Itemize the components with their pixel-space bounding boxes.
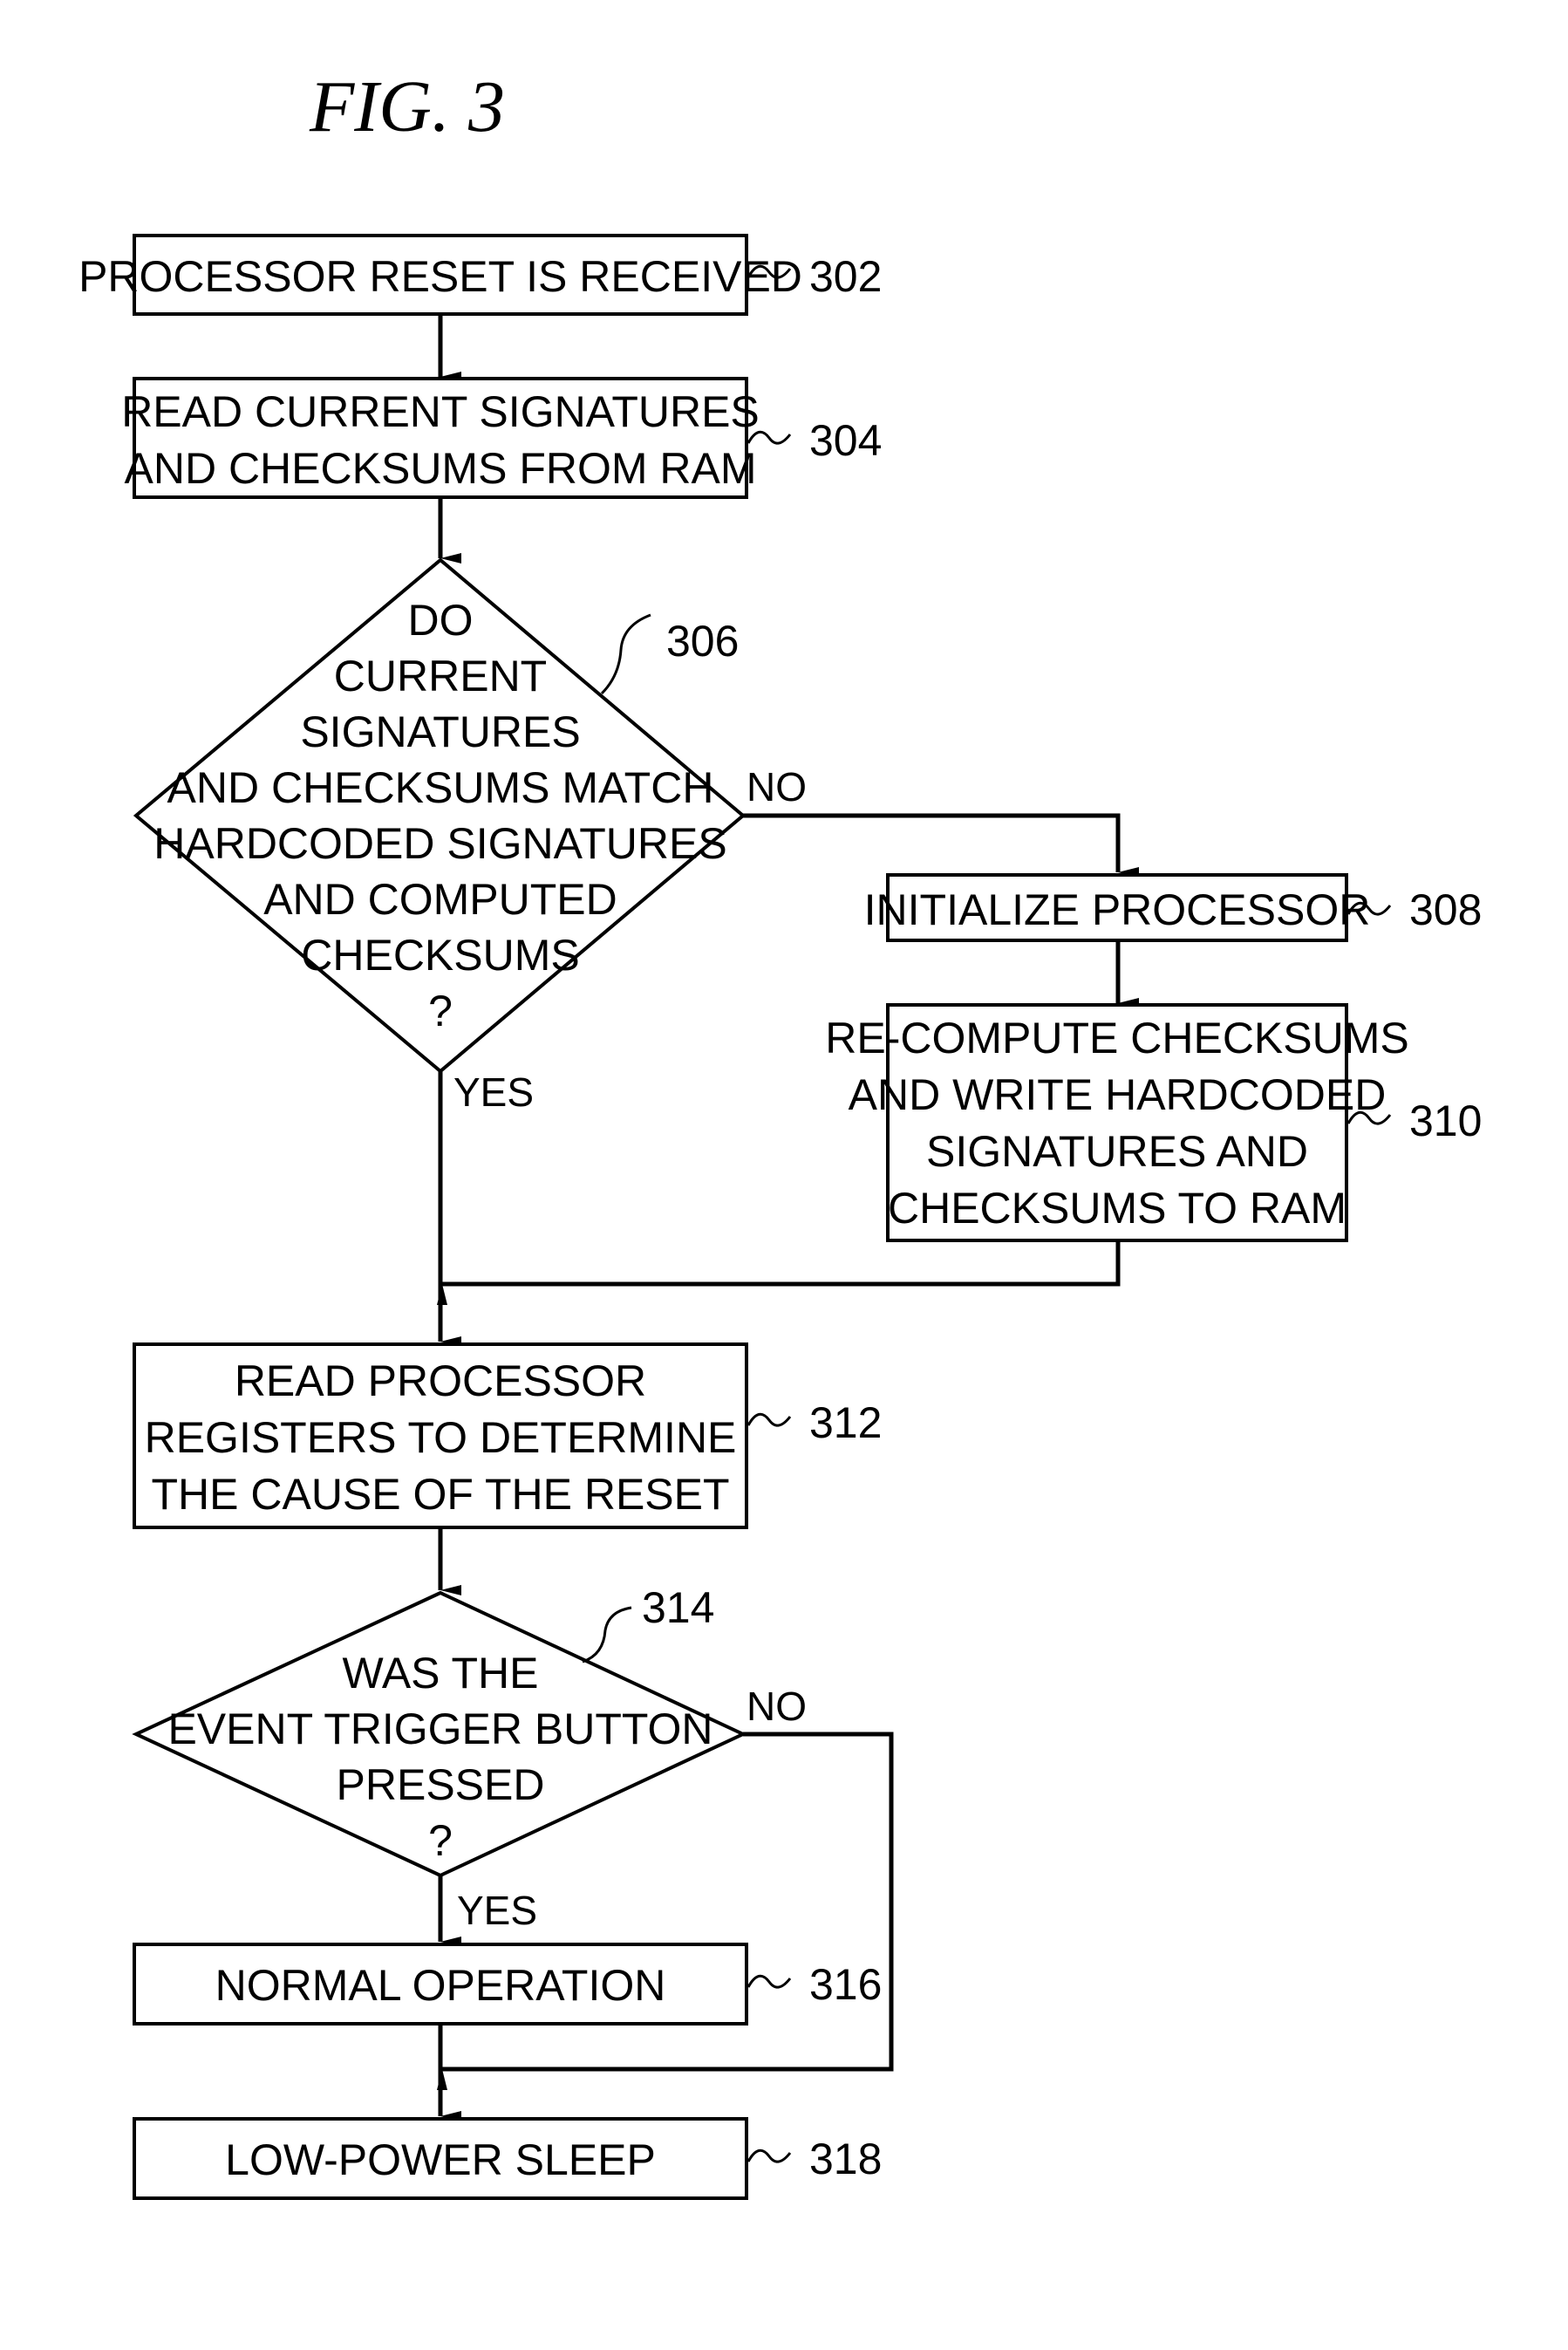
node-314: WAS THE EVENT TRIGGER BUTTON PRESSED ? 3… (132, 1583, 747, 1878)
node-306-line-4: AND CHECKSUMS MATCH (167, 763, 714, 812)
edge-label-yes-314: YES (457, 1888, 537, 1933)
node-302-line-1: PROCESSOR RESET IS RECEIVED (78, 252, 802, 301)
ref-318: 318 (809, 2135, 882, 2183)
node-318-line-1: LOW-POWER SLEEP (225, 2135, 656, 2184)
node-312-line-2: REGISTERS TO DETERMINE (145, 1413, 737, 1462)
edge-label-no-314: NO (747, 1684, 807, 1729)
edge-label-no-306: NO (747, 764, 807, 810)
node-314-line-3: PRESSED (337, 1760, 545, 1809)
node-302: PROCESSOR RESET IS RECEIVED 302 (78, 234, 882, 316)
node-308: INITIALIZE PROCESSOR 308 (864, 873, 1482, 942)
ref-304: 304 (809, 416, 882, 465)
ref-306: 306 (666, 617, 739, 666)
node-306-line-7: CHECKSUMS (301, 931, 579, 980)
ref-316: 316 (809, 1960, 882, 2009)
node-314-line-4: ? (428, 1816, 453, 1865)
arrow-306-308 (743, 813, 1139, 878)
flowchart: FIG. 3 PROCESSOR RESET IS RECEIVED 302 R… (78, 66, 1482, 2200)
ref-302: 302 (809, 252, 882, 301)
node-310-line-3: SIGNATURES AND (926, 1127, 1308, 1176)
node-306: DO CURRENT SIGNATURES AND CHECKSUMS MATC… (133, 557, 747, 1074)
ref-314: 314 (642, 1583, 714, 1632)
ref-312: 312 (809, 1398, 882, 1447)
leader-316 (747, 1974, 792, 1989)
node-310-line-2: AND WRITE HARDCODED (849, 1070, 1387, 1119)
ref-310: 310 (1409, 1096, 1482, 1145)
node-318: LOW-POWER SLEEP 318 (133, 2117, 882, 2200)
node-310: RE-COMPUTE CHECKSUMS AND WRITE HARDCODED… (825, 1003, 1482, 1242)
node-306-line-2: CURRENT (334, 652, 547, 700)
node-306-line-3: SIGNATURES (300, 707, 580, 756)
node-310-line-1: RE-COMPUTE CHECKSUMS (825, 1014, 1408, 1062)
node-314-line-1: WAS THE (342, 1649, 538, 1698)
arrow-310-merge (437, 1240, 1121, 1305)
leader-306 (600, 613, 651, 695)
edge-label-yes-306: YES (453, 1069, 534, 1115)
node-306-line-8: ? (428, 987, 453, 1035)
leader-314 (582, 1606, 632, 1663)
node-316: NORMAL OPERATION 316 (133, 1943, 882, 2026)
leader-318 (747, 2148, 792, 2163)
node-314-line-2: EVENT TRIGGER BUTTON (167, 1704, 712, 1753)
leader-312 (747, 1412, 792, 1427)
node-308-line-1: INITIALIZE PROCESSOR (864, 885, 1371, 934)
node-306-line-1: DO (408, 596, 474, 645)
ref-308: 308 (1409, 885, 1482, 934)
node-310-line-4: CHECKSUMS TO RAM (888, 1184, 1346, 1233)
node-316-line-1: NORMAL OPERATION (215, 1961, 666, 2010)
node-306-line-6: AND COMPUTED (263, 875, 617, 924)
node-304: READ CURRENT SIGNATURES AND CHECKSUMS FR… (121, 377, 882, 499)
node-312-line-1: READ PROCESSOR (235, 1356, 646, 1405)
node-312: READ PROCESSOR REGISTERS TO DETERMINE TH… (133, 1342, 882, 1529)
node-304-line-2: AND CHECKSUMS FROM RAM (124, 444, 756, 493)
figure-title: FIG. 3 (309, 66, 505, 147)
node-304-line-1: READ CURRENT SIGNATURES (121, 387, 760, 436)
node-312-line-3: THE CAUSE OF THE RESET (151, 1470, 729, 1519)
leader-304 (747, 430, 792, 445)
node-306-line-5: HARDCODED SIGNATURES (153, 819, 726, 868)
